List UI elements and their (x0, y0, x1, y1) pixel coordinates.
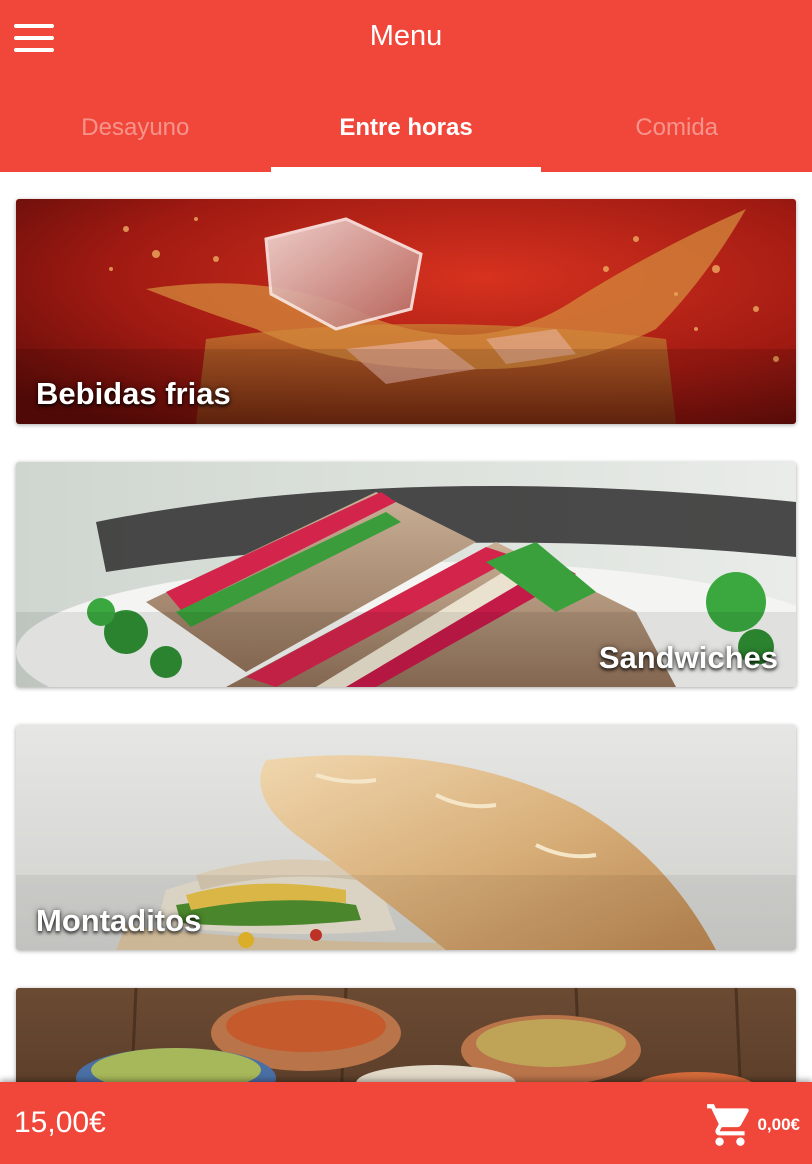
shopping-cart-icon (707, 1104, 750, 1146)
category-card-montaditos[interactable]: Montaditos (16, 725, 796, 950)
page-title: Menu (369, 20, 443, 52)
category-card-sandwiches[interactable]: Sandwiches (16, 462, 796, 687)
category-label: Sandwiches (598, 640, 778, 675)
category-label: Bebidas frias (36, 376, 231, 411)
tab-entre-horas[interactable]: Entre horas (270, 92, 542, 172)
tab-comida[interactable]: Comida (541, 92, 812, 172)
cart-footer: 15,00€ 0,00€ (0, 1082, 812, 1164)
cart-amount: 0,00€ (757, 1115, 800, 1134)
tab-desayuno[interactable]: Desayuno (0, 92, 271, 172)
total-price: 15,00€ (14, 1106, 106, 1139)
category-card-bebidas-frias[interactable]: Bebidas frias (16, 199, 796, 424)
cart-button[interactable]: 0,00€ (705, 1100, 800, 1150)
app-screen: Menu Desayuno Entre horas Comida Bebidas… (0, 0, 812, 1164)
category-tabs: Desayuno Entre horas Comida (0, 92, 812, 172)
category-label: Montaditos (36, 903, 202, 938)
app-header: Menu Desayuno Entre horas Comida (0, 0, 812, 172)
